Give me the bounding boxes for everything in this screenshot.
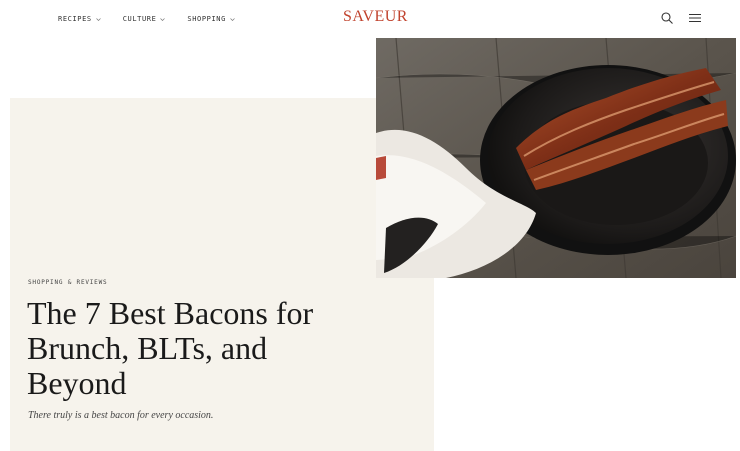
article-title-line: Brunch, BLTs, and	[27, 330, 268, 366]
article-dek: There truly is a best bacon for every oc…	[28, 410, 214, 421]
site-logo[interactable]: SAVEUR	[0, 8, 740, 26]
article-title[interactable]: The 7 Best Bacons for Brunch, BLTs, and …	[27, 296, 367, 401]
hero-image[interactable]	[376, 38, 736, 278]
article-title-line: The 7 Best Bacons for	[27, 295, 314, 331]
search-icon[interactable]	[660, 11, 674, 25]
article-title-line: Beyond	[27, 365, 127, 401]
article-category-link[interactable]: SHOPPING & REVIEWS	[28, 279, 107, 286]
hamburger-menu-icon[interactable]	[688, 11, 702, 25]
